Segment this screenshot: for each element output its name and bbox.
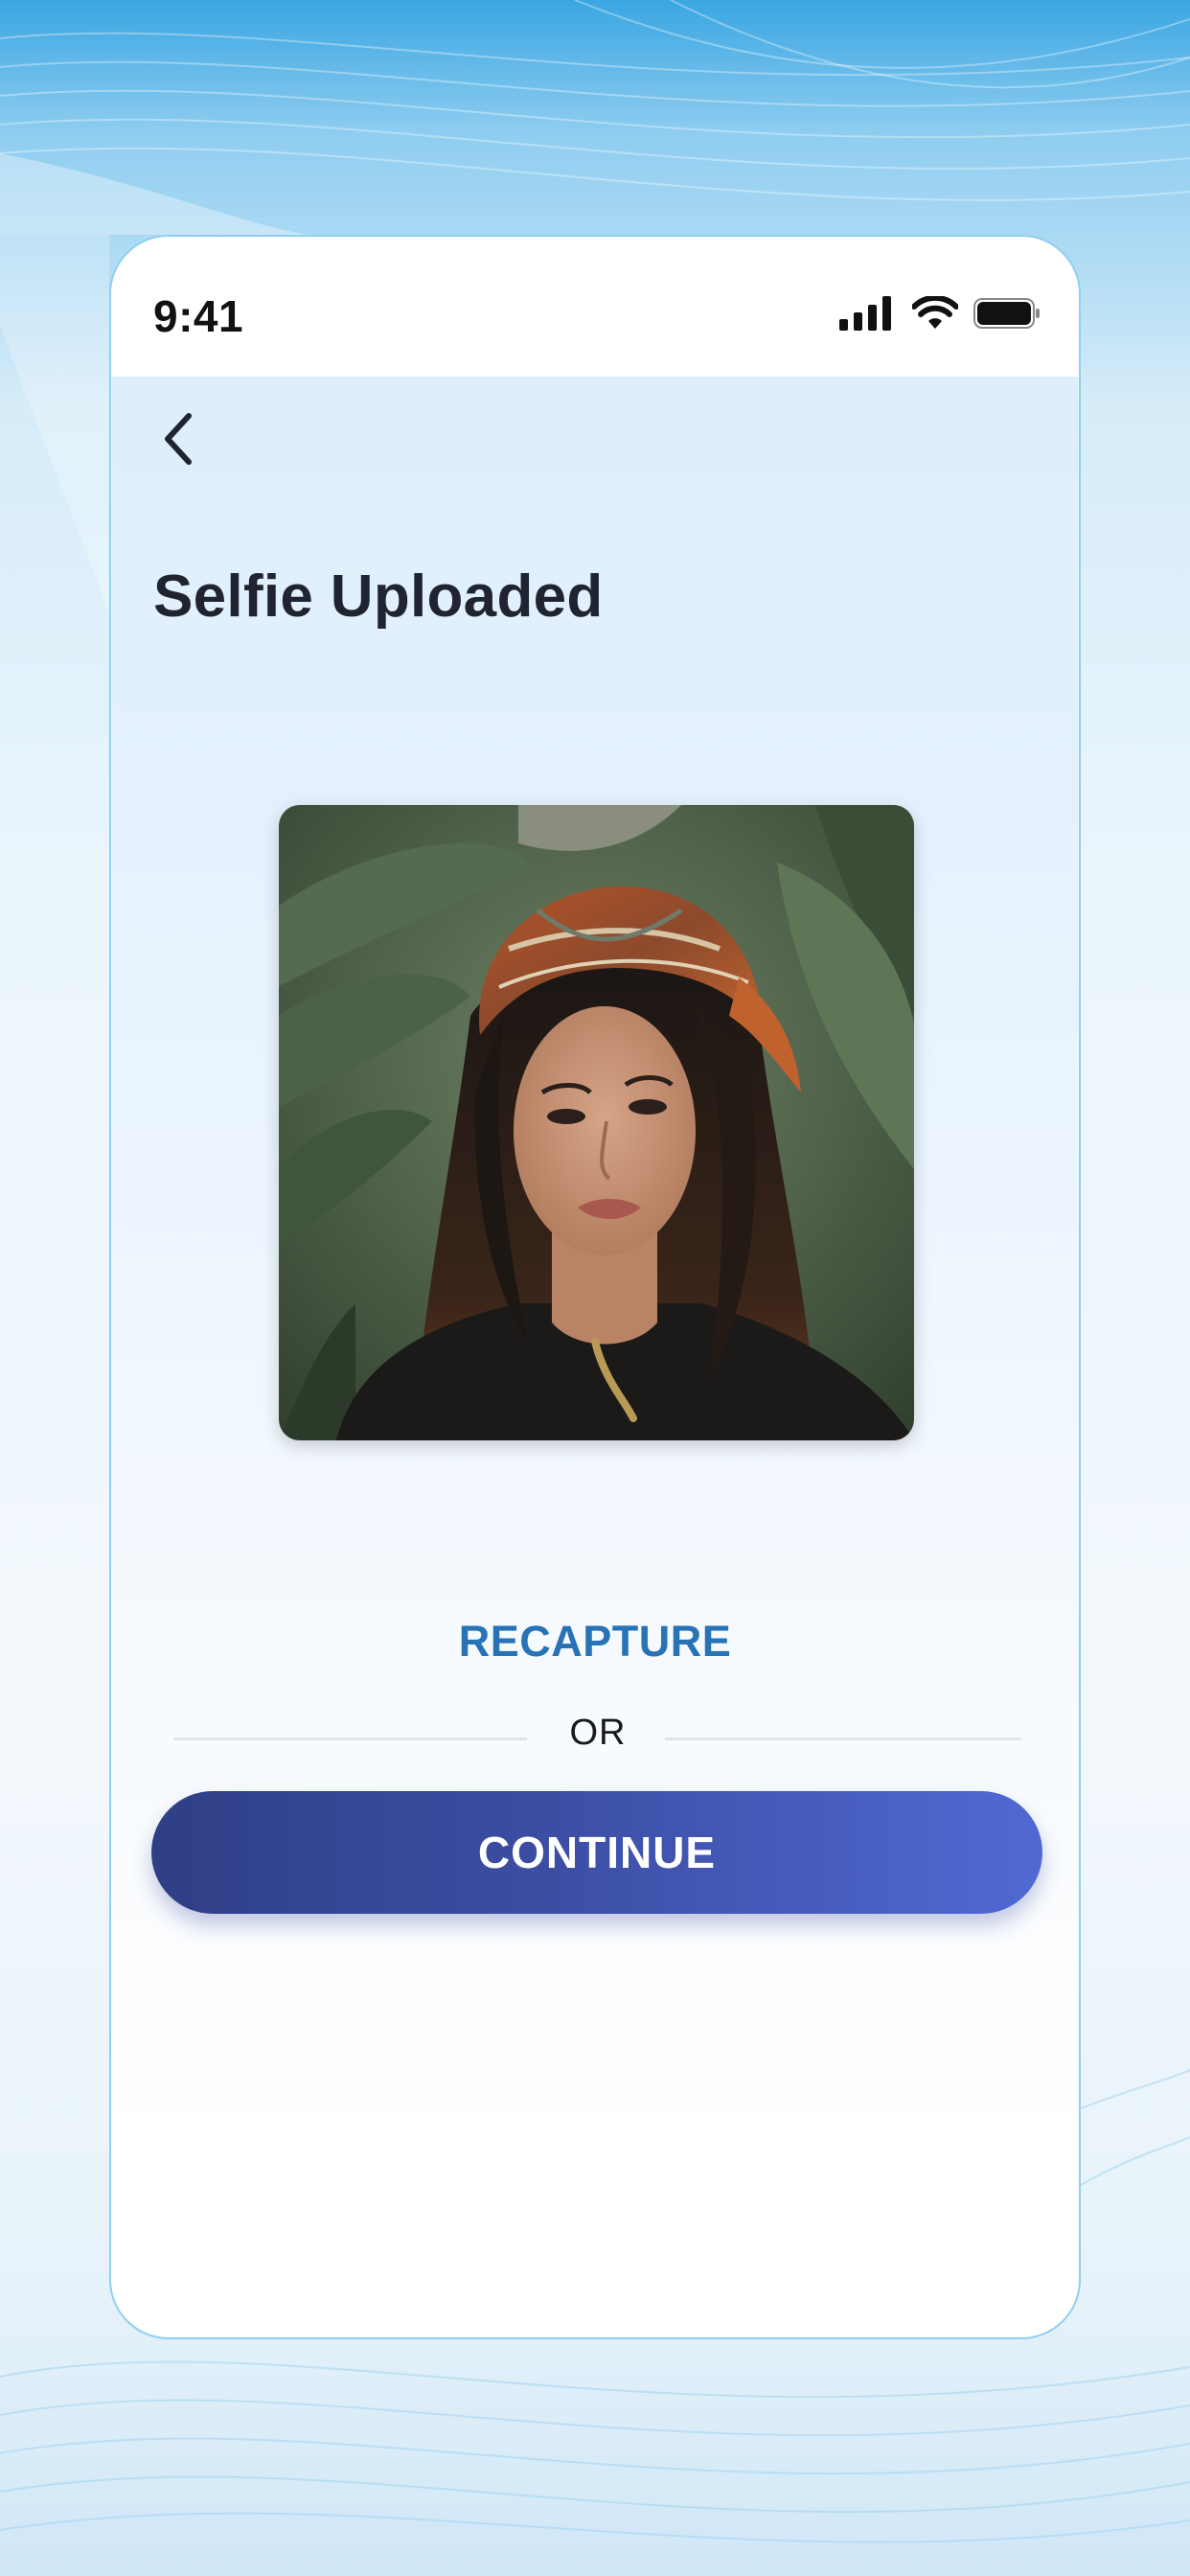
wifi-icon bbox=[912, 296, 958, 329]
recapture-button[interactable]: RECAPTURE bbox=[111, 1617, 1079, 1667]
selfie-photo bbox=[279, 805, 914, 1440]
status-bar: 9:41 bbox=[111, 237, 1079, 377]
battery-icon bbox=[973, 298, 1040, 329]
page-title: Selfie Uploaded bbox=[153, 564, 604, 630]
back-button[interactable] bbox=[146, 405, 213, 472]
cellular-signal-icon bbox=[839, 296, 891, 331]
or-label: OR bbox=[569, 1713, 627, 1753]
status-icons bbox=[839, 296, 1041, 334]
chevron-left-icon bbox=[165, 413, 192, 465]
divider-line-right bbox=[665, 1737, 1021, 1740]
or-divider: OR bbox=[174, 1713, 1021, 1760]
continue-button[interactable]: CONTINUE bbox=[151, 1791, 1042, 1914]
phone-frame: 9:41 Selfie Uploaded RECAPTURE OR CONTIN… bbox=[109, 235, 1081, 2339]
status-time: 9:41 bbox=[153, 291, 244, 341]
